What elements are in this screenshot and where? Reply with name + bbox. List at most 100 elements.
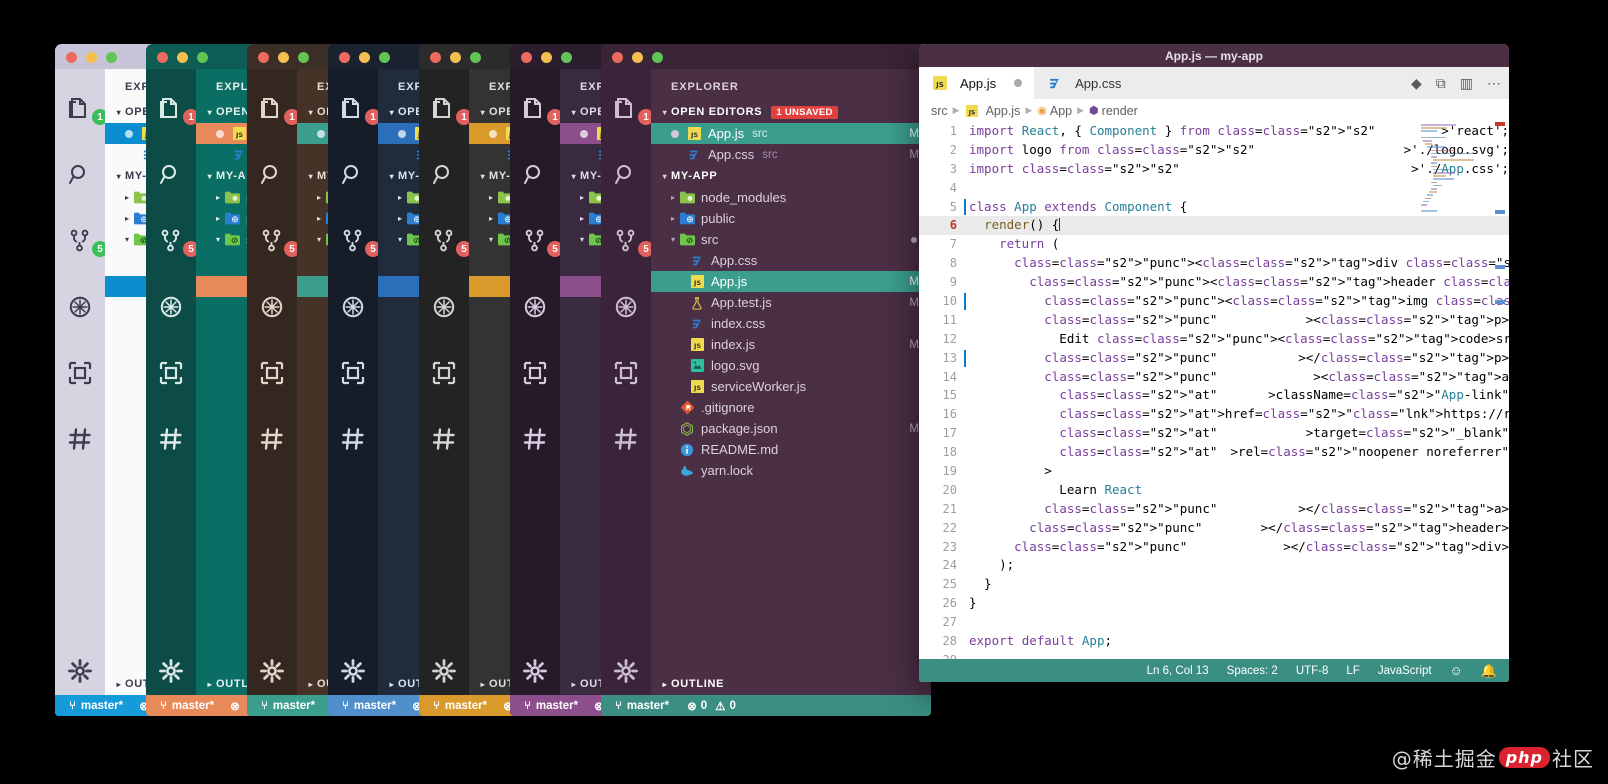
code-line[interactable]: 16 class=class="s2">"at">href=class="s2"… xyxy=(919,405,1509,424)
explorer-row[interactable]: ▸public xyxy=(651,208,931,229)
branch-label[interactable]: master* xyxy=(354,700,396,712)
code-line[interactable]: 20 Learn React xyxy=(919,481,1509,500)
open-editor-row[interactable]: App.csssrcM xyxy=(651,144,931,165)
source-control-icon[interactable]: 5 xyxy=(523,229,547,253)
minimize-button[interactable] xyxy=(450,52,461,63)
branch-label[interactable]: master* xyxy=(172,700,214,712)
branch-icon[interactable]: ⑂ xyxy=(342,700,349,712)
chevron-icon[interactable]: ▸ xyxy=(485,214,497,223)
status-bar[interactable]: Ln 6, Col 13Spaces: 2UTF-8LFJavaScript☺🔔 xyxy=(919,659,1509,682)
branch-icon[interactable]: ⑂ xyxy=(69,700,76,712)
language-mode[interactable]: JavaScript xyxy=(1378,665,1432,677)
explorer-row[interactable]: App.test.jsM xyxy=(651,292,931,313)
minimize-button[interactable] xyxy=(278,52,289,63)
extensions-icon[interactable] xyxy=(614,361,638,385)
outline-section[interactable]: ▸OUTLINE xyxy=(651,673,931,695)
activity-bar[interactable]: 1 5 xyxy=(510,69,560,695)
breadcrumb-item-src[interactable]: src xyxy=(931,104,948,118)
warning-icon[interactable]: ⚠ xyxy=(715,699,725,713)
close-button[interactable] xyxy=(430,52,441,63)
tab-bar[interactable]: JSApp.jsApp.css◆⧉▥⋯ xyxy=(919,67,1509,99)
files-icon[interactable]: 1 xyxy=(68,97,92,121)
chevron-icon[interactable]: ▾ xyxy=(313,235,325,244)
chevron-icon[interactable]: ▸ xyxy=(667,193,679,202)
search-icon[interactable] xyxy=(614,163,638,187)
chevron-icon[interactable]: ▸ xyxy=(121,193,133,202)
extensions-icon[interactable] xyxy=(432,361,456,385)
debug-icon[interactable] xyxy=(614,295,638,319)
activity-bar[interactable]: 1 5 xyxy=(601,69,651,695)
maximize-button[interactable] xyxy=(561,52,572,63)
explorer-row[interactable]: App.css xyxy=(651,250,931,271)
activity-bar[interactable]: 1 5 xyxy=(247,69,297,695)
close-button[interactable] xyxy=(521,52,532,63)
cursor-position[interactable]: Ln 6, Col 13 xyxy=(1147,665,1209,677)
close-button[interactable] xyxy=(258,52,269,63)
maximize-button[interactable] xyxy=(379,52,390,63)
source-control-icon[interactable]: 5 xyxy=(159,229,183,253)
explorer-row[interactable]: JSApp.jsM xyxy=(651,271,931,292)
branch-icon[interactable]: ⑂ xyxy=(524,700,531,712)
activity-bar[interactable]: 1 5 xyxy=(419,69,469,695)
chevron-icon[interactable]: ▾ xyxy=(667,235,679,244)
code-line[interactable]: 18 class=class="s2">"at">rel=class="s2">… xyxy=(919,443,1509,462)
code-editor[interactable]: 1import React, { Component } from class=… xyxy=(919,122,1509,659)
chevron-icon[interactable]: ▸ xyxy=(667,214,679,223)
tab-app-js[interactable]: JSApp.js xyxy=(919,67,1034,99)
hash-icon[interactable] xyxy=(159,427,183,451)
explorer-row[interactable]: yarn.lock xyxy=(651,460,931,481)
dirty-indicator[interactable] xyxy=(1014,79,1022,87)
files-icon[interactable]: 1 xyxy=(260,97,284,121)
search-icon[interactable] xyxy=(68,163,92,187)
more-actions-icon[interactable]: ⋯ xyxy=(1487,75,1501,92)
close-button[interactable] xyxy=(612,52,623,63)
hash-icon[interactable] xyxy=(341,427,365,451)
code-line[interactable]: 10 class=class="s2">"punc"><class=class=… xyxy=(919,292,1509,311)
hash-icon[interactable] xyxy=(432,427,456,451)
chevron-icon[interactable]: ▸ xyxy=(576,193,588,202)
source-control-icon[interactable]: 5 xyxy=(432,229,456,253)
smiley-icon[interactable]: ☺ xyxy=(1450,663,1463,678)
code-line[interactable]: 26} xyxy=(919,594,1509,613)
gear-icon[interactable] xyxy=(341,659,365,683)
activity-bar[interactable]: 1 5 xyxy=(146,69,196,695)
search-icon[interactable] xyxy=(159,163,183,187)
code-line[interactable]: 21 class=class="s2">"punc"></class=class… xyxy=(919,500,1509,519)
code-line[interactable]: 14 class=class="s2">"punc"><class=class=… xyxy=(919,368,1509,387)
code-line[interactable]: 22 class=class="s2">"punc"></class=class… xyxy=(919,519,1509,538)
code-line[interactable]: 25 } xyxy=(919,575,1509,594)
chevron-icon[interactable]: ▸ xyxy=(485,193,497,202)
status-bar[interactable]: ⑂master*⊗0⚠0 xyxy=(601,695,931,716)
gear-icon[interactable] xyxy=(68,659,92,683)
chevron-icon[interactable]: ▸ xyxy=(313,214,325,223)
branch-label[interactable]: master* xyxy=(81,700,123,712)
hash-icon[interactable] xyxy=(68,427,92,451)
minimize-button[interactable] xyxy=(177,52,188,63)
explorer-panel[interactable]: EXPLORER▾OPEN EDITORS1 UNSAVEDJSApp.jssr… xyxy=(651,69,931,695)
chevron-icon[interactable]: ▾ xyxy=(576,235,588,244)
close-button[interactable] xyxy=(157,52,168,63)
hash-icon[interactable] xyxy=(614,427,638,451)
gear-icon[interactable] xyxy=(159,659,183,683)
chevron-icon[interactable]: ▸ xyxy=(313,193,325,202)
minimize-button[interactable] xyxy=(541,52,552,63)
explorer-row[interactable]: ▸node_modules xyxy=(651,187,931,208)
minimize-button[interactable] xyxy=(359,52,370,63)
source-control-icon[interactable]: 5 xyxy=(260,229,284,253)
run-icon[interactable]: ◆ xyxy=(1411,75,1422,92)
chevron-icon[interactable]: ▸ xyxy=(212,214,224,223)
breadcrumb-item-app[interactable]: ◉App xyxy=(1037,104,1072,118)
chevron-icon[interactable]: ▸ xyxy=(394,214,406,223)
project-section[interactable]: ▾MY-APP xyxy=(651,165,931,187)
files-icon[interactable]: 1 xyxy=(614,97,638,121)
breadcrumb-item-render[interactable]: ⬢render xyxy=(1089,104,1138,118)
extensions-icon[interactable] xyxy=(68,361,92,385)
close-button[interactable] xyxy=(339,52,350,63)
code-line[interactable]: 28export default App; xyxy=(919,632,1509,651)
search-icon[interactable] xyxy=(260,163,284,187)
files-icon[interactable]: 1 xyxy=(432,97,456,121)
explorer-row[interactable]: ▾src xyxy=(651,229,931,250)
code-line[interactable]: 11 class=class="s2">"punc"><class=class=… xyxy=(919,311,1509,330)
explorer-row[interactable]: JSserviceWorker.js xyxy=(651,376,931,397)
debug-icon[interactable] xyxy=(432,295,456,319)
